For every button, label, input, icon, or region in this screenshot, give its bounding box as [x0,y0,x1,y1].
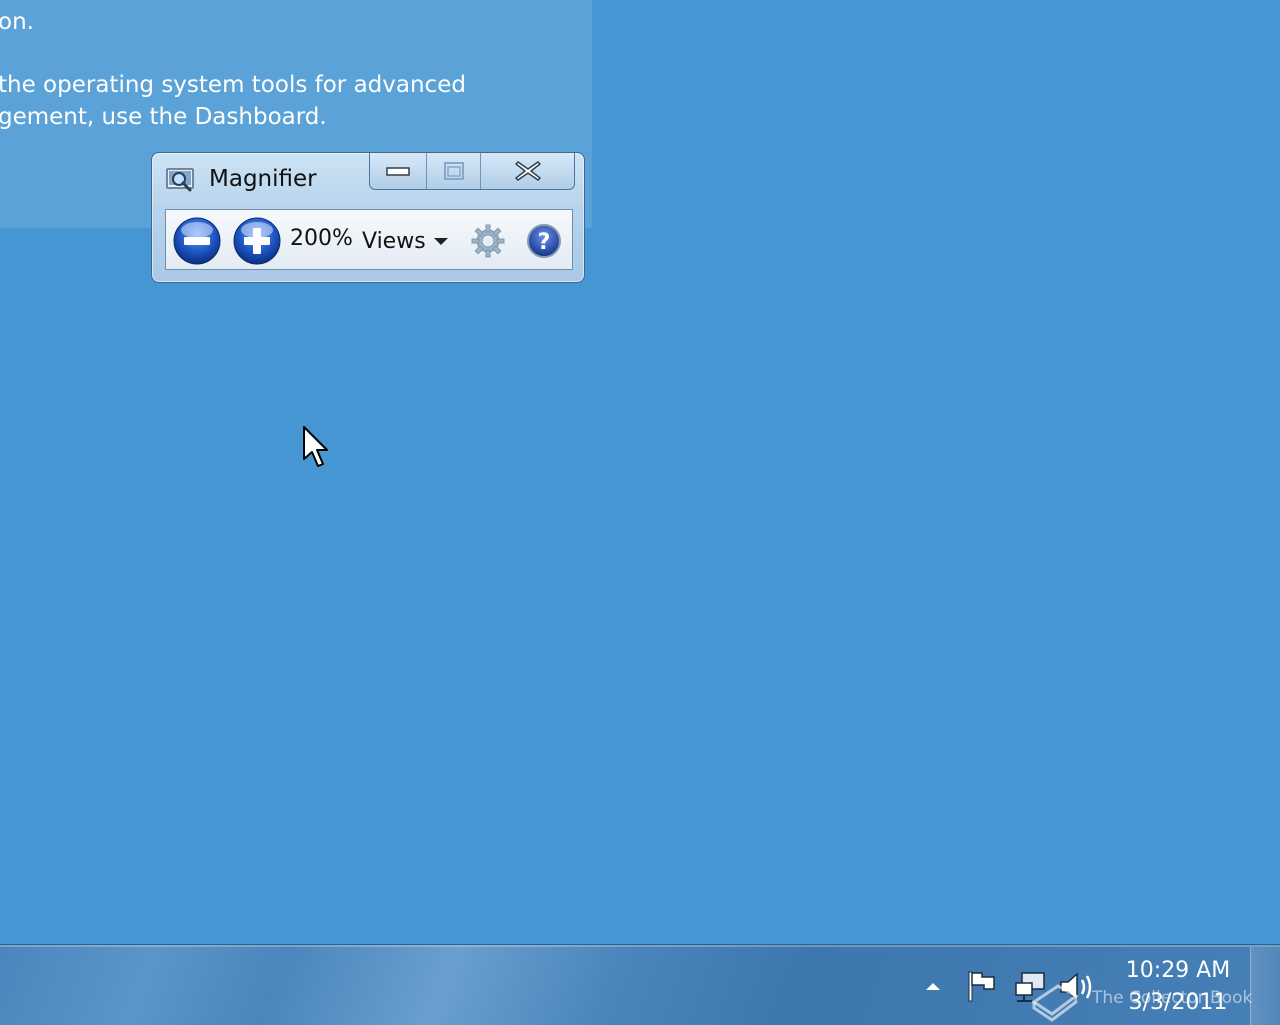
up-arrow-icon [926,983,940,990]
magnifier-window: Magnifier 200% Views ? [151,152,585,283]
zoom-level: 200% [290,226,353,251]
maximize-button[interactable] [427,153,481,189]
close-icon [514,161,541,181]
settings-button[interactable] [471,224,505,258]
network-icon [1015,972,1045,1002]
dropdown-arrow-icon [433,237,448,245]
volume-button[interactable] [1058,969,1096,1005]
magnifier-toolbar: 200% Views ? [165,209,573,270]
minimize-icon [386,167,410,176]
action-center-button[interactable] [964,969,998,1003]
svg-text:?: ? [538,230,551,255]
caption-buttons [369,153,575,190]
background-dialog-text-line2: the operating system tools for advanced [0,72,466,98]
question-mark-icon: ? [527,224,561,258]
maximize-icon [443,162,464,180]
views-label: Views [362,228,426,254]
volume-icon [1060,972,1092,1002]
system-clock[interactable]: 10:29 AM 3/3/2011 [1112,955,1244,1019]
zoom-in-button[interactable] [233,217,281,265]
minimize-button[interactable] [370,153,427,189]
taskbar: 10:29 AM 3/3/2011 [0,944,1280,1025]
desktop: { "background_window": { "line1": "on.",… [0,0,1280,1025]
help-button[interactable]: ? [526,223,562,259]
show-hidden-icons-button[interactable] [922,979,944,993]
zoom-out-button[interactable] [173,217,221,265]
flag-icon [968,971,995,1002]
clock-time: 10:29 AM [1125,958,1231,983]
background-dialog-text-line3: gement, use the Dashboard. [0,104,327,130]
magnifier-icon [166,167,196,193]
network-button[interactable] [1012,969,1048,1005]
gear-icon [471,224,505,258]
minus-icon [173,217,221,265]
background-dialog-text-line1: on. [0,9,34,35]
views-dropdown[interactable]: Views [362,224,448,258]
plus-icon [233,217,281,265]
mouse-cursor-icon [302,425,330,469]
show-desktop-button[interactable] [1250,947,1280,1025]
clock-date: 3/3/2011 [1128,990,1228,1015]
window-title: Magnifier [209,166,317,192]
close-button[interactable] [481,153,574,189]
